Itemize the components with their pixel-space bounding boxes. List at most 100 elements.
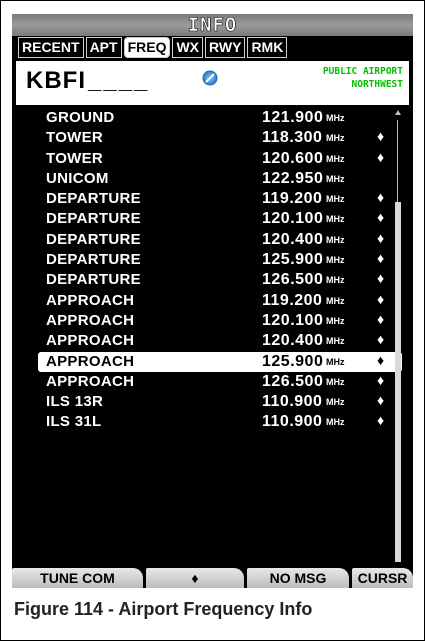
remarks-diamond-icon: ♦ <box>377 351 385 368</box>
frequency-unit: MHz <box>326 214 345 225</box>
frequency-unit: MHz <box>326 133 345 144</box>
frequency-unit: MHz <box>326 356 345 367</box>
ident-entry-cursor[interactable]: ____ <box>88 67 149 95</box>
frequency-unit: MHz <box>326 234 345 245</box>
frequency-name: APPROACH <box>46 332 135 350</box>
frequency-row[interactable]: ILS 13R 110.900 MHz ♦ <box>16 392 396 412</box>
frequency-value: 118.300 <box>262 129 323 147</box>
frequency-unit: MHz <box>326 315 345 326</box>
scrollbar[interactable] <box>395 110 401 562</box>
frequency-row[interactable]: DEPARTURE 120.100 MHz ♦ <box>16 209 396 229</box>
remarks-diamond-icon: ♦ <box>377 148 385 165</box>
frequency-unit: MHz <box>326 336 345 347</box>
remarks-diamond-icon: ♦ <box>377 209 385 226</box>
frequency-row[interactable]: DEPARTURE 125.900 MHz ♦ <box>16 250 396 270</box>
frequency-row[interactable]: DEPARTURE 126.500 MHz ♦ <box>16 270 396 290</box>
frequency-value: 121.900 <box>262 109 324 126</box>
remarks-diamond-icon: ♦ <box>377 189 385 206</box>
airport-region: NORTHWEST <box>351 79 403 90</box>
frequency-row[interactable]: ILS 31L 110.900 MHz ♦ <box>16 412 396 432</box>
frequency-unit: MHz <box>326 255 345 266</box>
remarks-diamond-icon: ♦ <box>377 371 385 388</box>
frequency-value: 110.900 <box>262 413 323 431</box>
tab-rmk[interactable]: RMK <box>247 37 288 58</box>
frequency-row[interactable]: APPROACH 126.500 MHz ♦ <box>16 372 396 392</box>
frequency-name: ILS 13R <box>46 393 104 411</box>
frequency-row[interactable]: APPROACH 120.100 MHz ♦ <box>16 311 396 331</box>
frequency-value: 126.500 <box>262 271 324 289</box>
remarks-diamond-icon: ♦ <box>377 250 385 267</box>
frequency-name: APPROACH <box>46 291 135 309</box>
softkey-cursr[interactable]: CURSR <box>352 568 413 588</box>
frequency-value: 120.100 <box>262 210 324 228</box>
frequency-row[interactable]: DEPARTURE 120.400 MHz ♦ <box>16 230 396 250</box>
frequency-value: 122.950 <box>262 169 324 187</box>
frequency-unit: MHz <box>326 153 345 164</box>
scroll-up-arrow-icon[interactable] <box>395 110 401 122</box>
remarks-diamond-icon: ♦ <box>377 392 385 409</box>
device-screen: INFO RECENT APT FREQ WX RWY RMK KBFI ___… <box>12 14 413 588</box>
frequency-name: DEPARTURE <box>46 230 141 248</box>
frequency-row[interactable]: TOWER 120.600 MHz ♦ <box>16 149 396 169</box>
frequency-row[interactable]: TOWER 118.300 MHz ♦ <box>16 128 396 148</box>
frequency-value: 125.900 <box>262 352 324 370</box>
tab-wx[interactable]: WX <box>172 37 204 58</box>
frequency-name: TOWER <box>46 129 104 147</box>
frequency-unit: MHz <box>326 417 345 428</box>
frequency-name: ILS 31L <box>46 413 102 431</box>
remarks-diamond-icon: ♦ <box>377 310 385 327</box>
airport-type: PUBLIC AIRPORT <box>322 66 403 77</box>
frequency-row[interactable]: APPROACH 125.900 MHz ♦ <box>38 351 402 372</box>
remarks-diamond-icon: ♦ <box>377 412 385 429</box>
frequency-name: DEPARTURE <box>46 271 141 289</box>
tab-recent[interactable]: RECENT <box>18 37 84 58</box>
frequency-name: APPROACH <box>46 311 135 329</box>
frequency-value: 125.900 <box>262 251 324 269</box>
frequency-name: DEPARTURE <box>46 190 141 208</box>
frequency-list[interactable]: GROUND 121.900 MHz TOWER 118.300 MHz ♦ TOWER 120… <box>16 108 402 563</box>
remarks-diamond-icon: ♦ <box>377 128 385 145</box>
frequency-row[interactable]: DEPARTURE 119.200 MHz ♦ <box>16 189 396 209</box>
frequency-name: DEPARTURE <box>46 251 141 269</box>
softkey-no-msg[interactable]: NO MSG <box>247 568 349 588</box>
scroll-track-line <box>397 120 398 202</box>
remarks-diamond-icon: ♦ <box>377 331 385 348</box>
frequency-row[interactable]: APPROACH 119.200 MHz ♦ <box>16 291 396 311</box>
remarks-diamond-icon: ♦ <box>377 229 385 246</box>
scroll-thumb[interactable] <box>395 202 401 562</box>
frequency-row[interactable]: APPROACH 120.400 MHz ♦ <box>16 331 396 351</box>
frequency-row[interactable]: UNICOM 122.950 MHz <box>16 169 396 189</box>
frequency-value: 110.900 <box>262 393 323 411</box>
remarks-diamond-icon: ♦ <box>377 290 385 307</box>
frequency-name: UNICOM <box>46 169 109 187</box>
softkey-tune-com[interactable]: TUNE COM <box>12 568 143 588</box>
tab-apt[interactable]: APT <box>85 37 122 58</box>
frequency-unit: MHz <box>326 113 345 123</box>
frequency-value: 120.600 <box>262 149 324 167</box>
frequency-value: 119.200 <box>262 190 323 208</box>
frequency-name: APPROACH <box>46 372 135 390</box>
frequency-unit: MHz <box>326 173 345 184</box>
public-airport-icon <box>202 70 218 86</box>
frequency-value: 120.400 <box>262 230 324 248</box>
frequency-name: TOWER <box>46 149 104 167</box>
frequency-unit: MHz <box>326 397 345 408</box>
frequency-value: 119.200 <box>262 291 323 309</box>
tab-freq[interactable]: FREQ <box>123 37 171 58</box>
frequency-value: 120.100 <box>262 311 324 329</box>
page-title: INFO <box>12 14 413 36</box>
frequency-unit: MHz <box>326 376 345 387</box>
frequency-unit: MHz <box>326 275 345 286</box>
remarks-diamond-icon: ♦ <box>377 270 385 287</box>
frequency-row[interactable]: GROUND 121.900 MHz <box>16 108 396 128</box>
figure-caption: Figure 114 - Airport Frequency Info <box>14 599 313 619</box>
airport-ident[interactable]: KBFI <box>26 67 86 95</box>
frequency-value: 120.400 <box>262 332 324 350</box>
frequency-name: DEPARTURE <box>46 210 141 228</box>
softkey-diamond[interactable]: ♦ <box>146 568 244 588</box>
frequency-name: GROUND <box>46 109 115 126</box>
frequency-unit: MHz <box>326 295 345 306</box>
airport-header: KBFI ____ PUBLIC AIRPORT NORTHWEST <box>16 61 409 105</box>
frequency-unit: MHz <box>326 194 345 205</box>
tab-rwy[interactable]: RWY <box>205 37 246 58</box>
